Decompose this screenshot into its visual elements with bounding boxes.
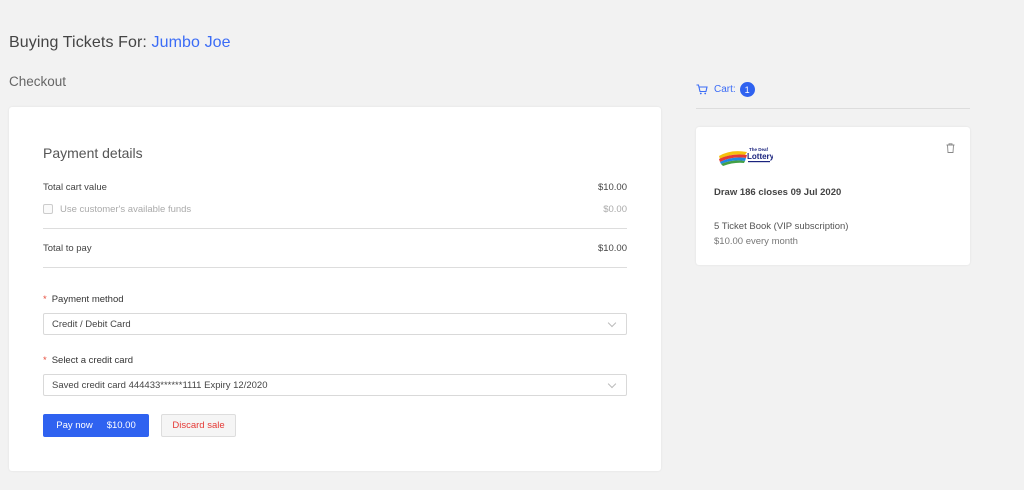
trash-icon[interactable]: [946, 143, 955, 153]
ticket-price: $10.00 every month: [714, 236, 798, 247]
payment-method-select[interactable]: Credit / Debit Card: [43, 313, 627, 335]
credit-card-value: Saved credit card 444433******1111 Expir…: [52, 379, 268, 391]
discard-sale-button[interactable]: Discard sale: [161, 414, 236, 437]
ticket-name: 5 Ticket Book (VIP subscription): [714, 221, 849, 232]
total-pay-label: Total to pay: [43, 243, 92, 254]
logo-text-main: Lottery: [747, 152, 773, 161]
payment-method-label: * Payment method: [43, 294, 124, 305]
total-cart-row: Total cart value $10.00: [43, 182, 627, 193]
total-pay-row: Total to pay $10.00: [43, 243, 627, 254]
cart-count-badge: 1: [739, 82, 755, 97]
cart-header[interactable]: Cart: 1: [696, 82, 755, 97]
divider: [43, 267, 627, 268]
total-cart-value: $10.00: [597, 182, 627, 193]
cart-icon: [696, 84, 708, 95]
cart-divider: [696, 108, 970, 109]
divider: [43, 228, 627, 229]
deaf-lottery-logo: The Deaf Lottery: [719, 147, 773, 166]
pay-now-label: Pay now: [56, 420, 93, 431]
cart-label: Cart:: [714, 84, 736, 95]
required-asterisk: *: [43, 355, 47, 366]
draw-title: Draw 186 closes 09 Jul 2020: [714, 187, 842, 198]
use-funds-label: Use customer's available funds: [60, 204, 192, 215]
total-pay-value: $10.00: [597, 243, 627, 254]
pay-now-button[interactable]: Pay now $10.00: [43, 414, 149, 437]
chevron-down-icon: [607, 318, 617, 327]
funds-row: Use customer's available funds $0.00: [43, 204, 627, 215]
funds-value: $0.00: [603, 204, 627, 215]
page-title: Buying Tickets For: Jumbo Joe: [9, 34, 231, 52]
credit-card-label: * Select a credit card: [43, 355, 134, 366]
customer-name-link[interactable]: Jumbo Joe: [152, 34, 231, 51]
cart-item: The Deaf Lottery Draw 186 closes 09 Jul …: [696, 127, 970, 265]
chevron-down-icon: [607, 379, 617, 388]
checkout-title: Checkout: [9, 74, 67, 89]
use-funds-checkbox[interactable]: [43, 204, 53, 215]
payment-method-value: Credit / Debit Card: [52, 318, 131, 330]
payment-card: Payment details Total cart value $10.00 …: [9, 107, 661, 471]
credit-card-select[interactable]: Saved credit card 444433******1111 Expir…: [43, 374, 627, 396]
buying-for-label: Buying Tickets For:: [9, 34, 147, 51]
pay-now-amount: $10.00: [106, 420, 136, 431]
payment-details-heading: Payment details: [43, 145, 143, 161]
required-asterisk: *: [43, 294, 47, 305]
total-cart-label: Total cart value: [43, 182, 107, 193]
